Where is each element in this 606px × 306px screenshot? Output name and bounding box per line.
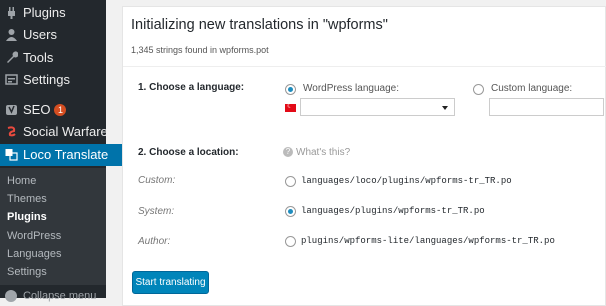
sidebar-item-label: Loco Translate	[23, 147, 109, 162]
notification-badge: 1	[54, 104, 67, 116]
custom-language-label: Custom language:	[491, 83, 573, 94]
wordpress-language-select[interactable]	[300, 98, 455, 116]
sidebar-item-loco-translate[interactable]: Loco Translate	[0, 144, 129, 166]
sidebar-item-users[interactable]: Users	[0, 24, 129, 46]
sidebar-item-label: Plugins	[23, 5, 66, 20]
wordpress-language-label: WordPress language:	[303, 83, 399, 94]
submenu-item-languages[interactable]: Languages	[0, 245, 106, 263]
page-title: Initializing new translations in "wpform…	[131, 17, 388, 33]
wordpress-language-radio[interactable]	[285, 84, 296, 95]
submenu-item-plugins[interactable]: Plugins	[0, 208, 106, 226]
divider	[123, 66, 606, 67]
collapse-menu-label: Collapse menu	[23, 290, 97, 302]
choose-language-label: 1. Choose a language:	[138, 82, 245, 93]
plugins-icon	[8, 7, 15, 19]
sidebar-item-label: Users	[23, 27, 57, 42]
start-translating-button[interactable]: Start translating	[132, 271, 209, 294]
whats-this-link[interactable]: What's this?	[296, 147, 350, 158]
submenu-item-themes[interactable]: Themes	[0, 190, 106, 208]
turkey-flag-icon	[285, 102, 296, 112]
location-system-label: System:	[138, 206, 175, 217]
location-system-radio[interactable]	[285, 206, 296, 217]
collapse-menu-button[interactable]: Collapse menu	[0, 288, 106, 302]
sidebar-item-label: SEO	[23, 102, 51, 117]
location-custom-path: languages/loco/plugins/wpforms-tr_TR.po	[301, 176, 512, 186]
location-custom-radio[interactable]	[285, 176, 296, 187]
sidebar-item-social-warfare[interactable]: Social Warfare	[0, 121, 129, 143]
sidebar-item-label: Social Warfare	[23, 124, 108, 139]
strings-count: 1,345 strings found in wpforms.pot	[131, 45, 269, 55]
custom-language-input[interactable]	[489, 98, 604, 116]
submenu-item-home[interactable]: Home	[0, 172, 106, 190]
users-icon	[6, 29, 17, 41]
loco-translate-icon	[5, 149, 18, 161]
submenu-item-settings[interactable]: Settings	[0, 263, 106, 281]
sidebar-item-seo[interactable]: SEO 1	[0, 99, 129, 121]
collapse-icon	[5, 290, 17, 302]
sidebar-item-label: Tools	[23, 50, 54, 65]
yoast-icon	[6, 105, 17, 115]
custom-language-radio[interactable]	[473, 84, 484, 95]
sidebar-item-settings[interactable]: Settings	[0, 69, 129, 91]
sidebar-item-tools[interactable]: Tools	[0, 47, 129, 69]
social-warfare-icon	[7, 126, 16, 137]
loco-submenu: Home Themes Plugins WordPress Languages …	[0, 168, 106, 286]
tools-icon	[7, 51, 18, 63]
settings-icon	[5, 74, 18, 85]
choose-location-label: 2. Choose a location:	[138, 147, 239, 158]
admin-sidebar: Plugins Users Tools Settings SEO 1 Social…	[0, 0, 129, 302]
location-author-label: Author:	[138, 236, 171, 247]
translation-init-panel: Initializing new translations in "wpform…	[122, 6, 606, 306]
location-custom-label: Custom:	[138, 175, 176, 186]
submenu-item-wordpress[interactable]: WordPress	[0, 227, 106, 245]
location-author-radio[interactable]	[285, 236, 296, 247]
location-system-path: languages/plugins/wpforms-tr_TR.po	[301, 206, 485, 216]
sidebar-item-label: Settings	[23, 72, 70, 87]
help-icon: ?	[283, 147, 293, 157]
sidebar-item-plugins[interactable]: Plugins	[0, 2, 129, 24]
chevron-down-icon	[442, 106, 448, 110]
location-author-path: plugins/wpforms-lite/languages/wpforms-t…	[301, 236, 555, 246]
